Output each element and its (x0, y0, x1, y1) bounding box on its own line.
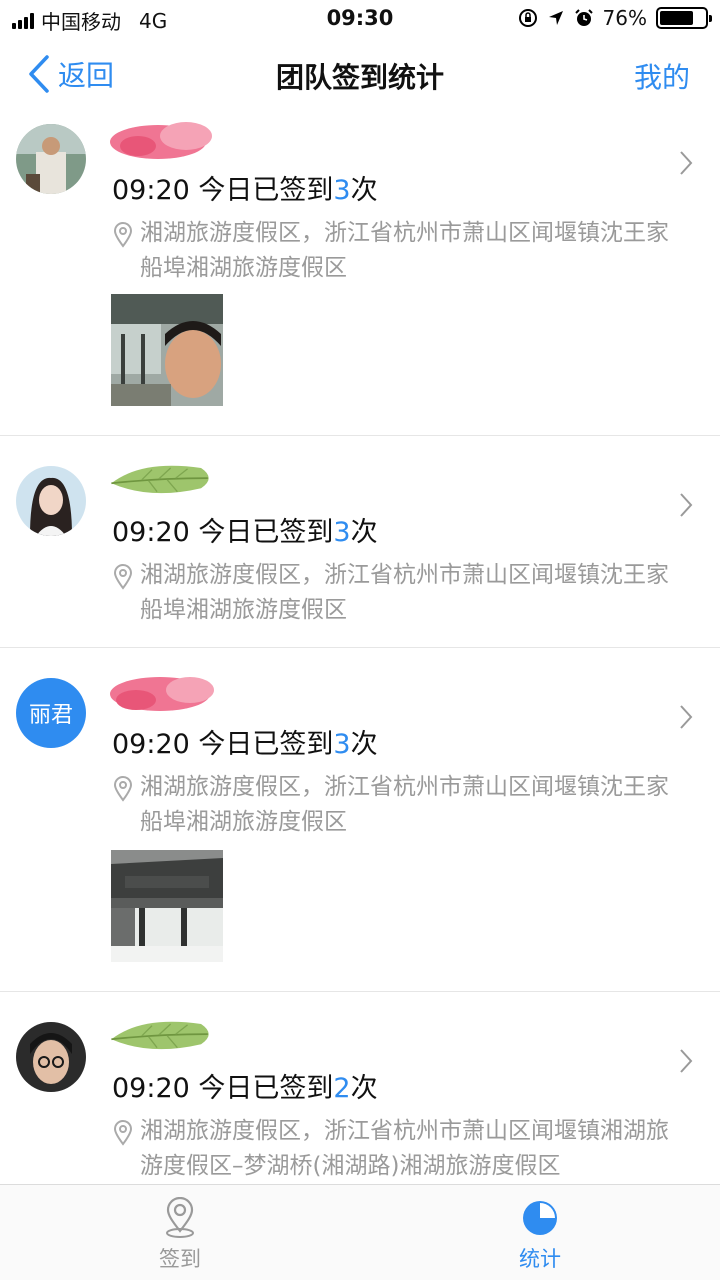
checkin-prefix: 今日已签到 (198, 1073, 334, 1104)
orientation-lock-icon (518, 9, 537, 27)
location-pin-icon (113, 222, 133, 248)
checkin-count: 3 (333, 175, 351, 206)
checkin-time: 09:20 (112, 1073, 190, 1104)
status-bar: 中国移动 4G 09:30 76% (0, 0, 720, 36)
mine-button[interactable]: 我的 (634, 56, 690, 96)
name-blot-pink (110, 122, 212, 159)
checkin-prefix: 今日已签到 (198, 729, 334, 760)
tab-bar: 签到 统计 (0, 1184, 720, 1280)
location-pin-icon (113, 776, 133, 802)
checkin-prefix: 今日已签到 (198, 517, 334, 548)
checkin-address: 湘湖旅游度假区，浙江省杭州市萧山区闻堰镇湘湖旅游度假区–梦湖桥(湘湖路)湘湖旅游… (112, 1114, 682, 1184)
name-blot-pink (110, 677, 214, 711)
checkin-list: 09:20 今日已签到3次 湘湖旅游度假区，浙江省杭州市萧山区闻堰镇沈王家船埠湘… (0, 112, 720, 1184)
checkin-time: 09:20 (112, 175, 190, 206)
list-item[interactable]: 09:20 今日已签到2次 湘湖旅游度假区，浙江省杭州市萧山区闻堰镇湘湖旅游度假… (0, 992, 720, 1184)
checkin-photo[interactable] (111, 850, 223, 962)
avatar: 丽君 (16, 678, 86, 748)
checkin-count: 3 (333, 729, 351, 760)
location-pin-icon (113, 1120, 133, 1146)
location-arrow-icon (548, 11, 563, 25)
checkin-count: 2 (333, 1073, 351, 1104)
checkin-suffix: 次 (350, 729, 378, 760)
checkin-address: 湘湖旅游度假区，浙江省杭州市萧山区闻堰镇沈王家船埠湘湖旅游度假区 (112, 770, 682, 840)
chevron-right-icon (680, 705, 693, 729)
battery-fill (660, 11, 694, 25)
list-item[interactable]: 丽君 09:20 今日已签到3次 湘湖旅游度假区，浙江省杭州市萧山区闻堰镇沈王家… (0, 648, 720, 992)
checkin-suffix: 次 (350, 1073, 378, 1104)
chevron-right-icon (680, 493, 693, 517)
checkin-time: 09:20 (112, 517, 190, 548)
address-text: 湘湖旅游度假区，浙江省杭州市萧山区闻堰镇沈王家船埠湘湖旅游度假区 (140, 220, 669, 281)
pie-chart-icon (523, 1201, 557, 1235)
checkin-photo[interactable] (111, 294, 223, 406)
checkin-time: 09:20 (112, 729, 190, 760)
checkin-summary: 09:20 今日已签到3次 (112, 510, 378, 549)
location-pin-icon (113, 564, 133, 590)
battery-percent: 76% (602, 6, 647, 30)
alarm-icon (574, 9, 593, 26)
checkin-prefix: 今日已签到 (198, 175, 334, 206)
checkin-address: 湘湖旅游度假区，浙江省杭州市萧山区闻堰镇沈王家船埠湘湖旅游度假区 (112, 216, 682, 286)
battery-icon (656, 7, 712, 29)
status-right: 76% (518, 6, 712, 30)
checkin-summary: 09:20 今日已签到3次 (112, 168, 378, 207)
checkin-address: 湘湖旅游度假区，浙江省杭州市萧山区闻堰镇沈王家船埠湘湖旅游度假区 (112, 558, 682, 628)
address-text: 湘湖旅游度假区，浙江省杭州市萧山区闻堰镇沈王家船埠湘湖旅游度假区 (140, 562, 669, 623)
nav-bar: 返回 团队签到统计 我的 (0, 36, 720, 112)
checkin-suffix: 次 (350, 175, 378, 206)
chevron-right-icon (680, 151, 693, 175)
address-text: 湘湖旅游度假区，浙江省杭州市萧山区闻堰镇沈王家船埠湘湖旅游度假区 (140, 774, 669, 835)
list-item[interactable]: 09:20 今日已签到3次 湘湖旅游度假区，浙江省杭州市萧山区闻堰镇沈王家船埠湘… (0, 112, 720, 436)
tab-checkin[interactable]: 签到 (0, 1185, 360, 1280)
avatar (16, 466, 86, 536)
checkin-suffix: 次 (350, 517, 378, 548)
checkin-summary: 09:20 今日已签到3次 (112, 722, 378, 761)
address-text: 湘湖旅游度假区，浙江省杭州市萧山区闻堰镇湘湖旅游度假区–梦湖桥(湘湖路)湘湖旅游… (140, 1118, 669, 1179)
tab-statistics[interactable]: 统计 (360, 1185, 720, 1280)
avatar (16, 1022, 86, 1092)
chevron-right-icon (680, 1049, 693, 1073)
location-pin-icon (166, 1197, 194, 1238)
tab-label: 统计 (519, 1247, 561, 1271)
name-blot-leaf (111, 1021, 209, 1050)
page-title: 团队签到统计 (275, 61, 444, 94)
name-blot-leaf (111, 465, 209, 494)
avatar (16, 124, 86, 194)
checkin-count: 3 (333, 517, 351, 548)
checkin-summary: 09:20 今日已签到2次 (112, 1066, 378, 1105)
tab-label: 签到 (159, 1247, 201, 1271)
list-item[interactable]: 09:20 今日已签到3次 湘湖旅游度假区，浙江省杭州市萧山区闻堰镇沈王家船埠湘… (0, 436, 720, 648)
